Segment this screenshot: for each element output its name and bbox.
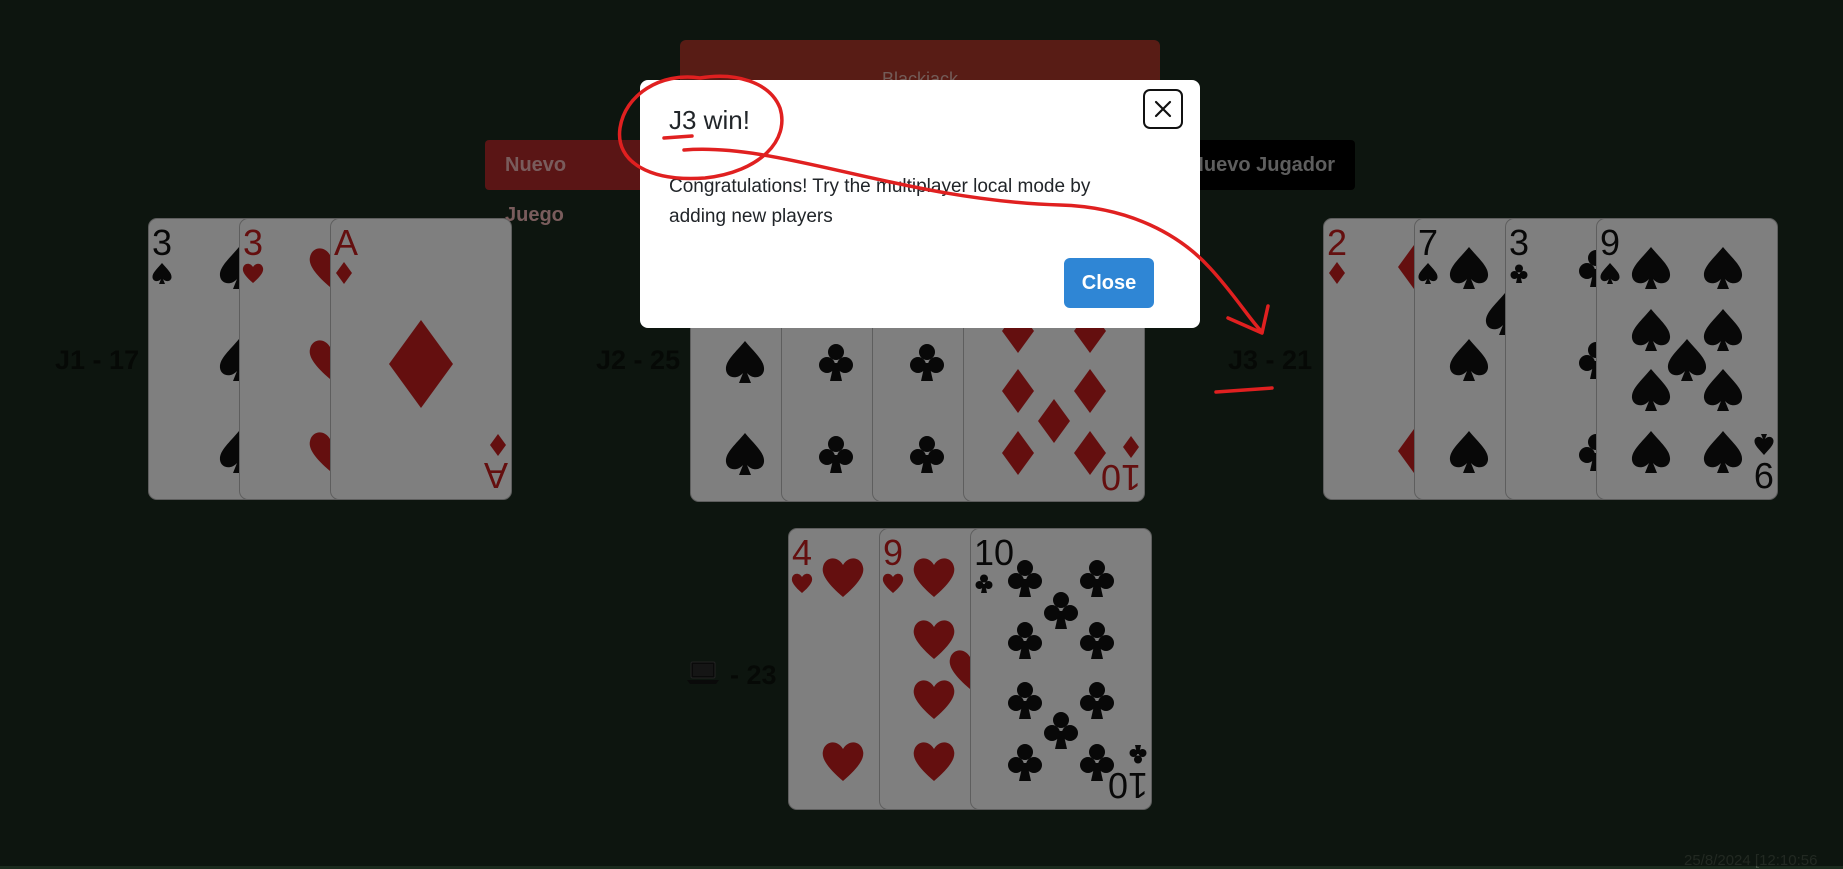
close-icon[interactable] bbox=[1143, 89, 1183, 129]
modal-body-text: Congratulations! Try the multiplayer loc… bbox=[669, 176, 1091, 227]
winner-modal: J3 win! Congratulations! Try the multipl… bbox=[640, 80, 1200, 328]
close-button[interactable]: Close bbox=[1064, 258, 1154, 308]
modal-title: J3 win! bbox=[669, 105, 750, 135]
